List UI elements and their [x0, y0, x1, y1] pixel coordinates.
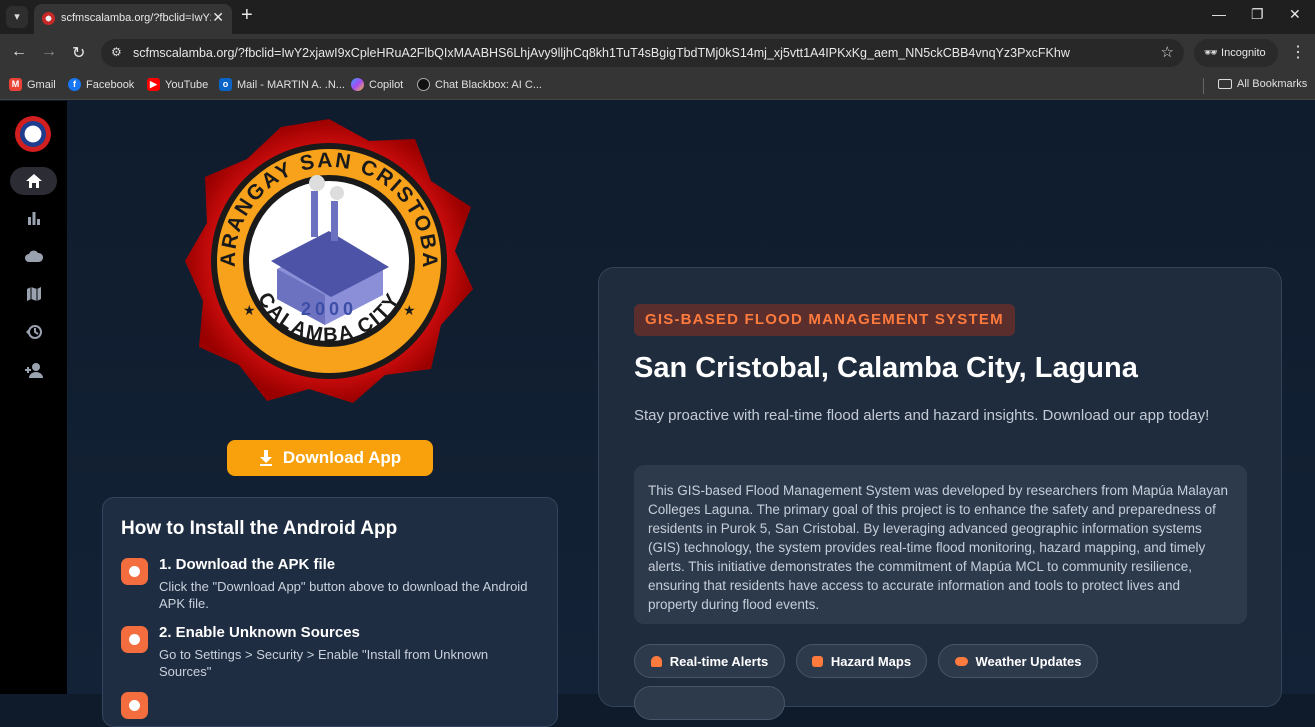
minimize-icon[interactable]: —	[1212, 6, 1226, 22]
browser-tab[interactable]: scfmscalamba.org/?fbclid=IwY2 ✕	[34, 4, 232, 34]
bookmark-label: Mail - MARTIN A. .N...	[237, 78, 345, 91]
system-tag: GIS-BASED FLOOD MANAGEMENT SYSTEM	[634, 304, 1015, 336]
map-icon	[26, 287, 41, 301]
logo-star-icon: ★	[403, 302, 416, 318]
site-info-icon[interactable]: ⚙	[111, 45, 122, 59]
feature-label: Real-time Alerts	[669, 653, 769, 669]
step-title: 1. Download the APK file	[159, 556, 336, 573]
feature-label: Weather Updates	[975, 653, 1082, 669]
barangay-logo: BARANGAY SAN CRISTOBAL CALAMBA CITY 2000…	[176, 101, 473, 403]
blackbox-icon	[417, 78, 430, 91]
tab-search-button[interactable]: ▾	[6, 6, 28, 28]
incognito-label: Incognito	[1221, 47, 1266, 59]
bookmark-blackbox[interactable]: Chat Blackbox: AI C...	[417, 78, 542, 91]
close-tab-icon[interactable]: ✕	[212, 9, 224, 26]
bookmark-label: Gmail	[27, 78, 56, 91]
logo-star-icon: ★	[243, 302, 256, 318]
sidebar-item-home[interactable]	[10, 167, 57, 195]
url-text[interactable]: scfmscalamba.org/?fbclid=IwY2xjawI9xCple…	[133, 46, 1070, 60]
hero-subtitle: Stay proactive with real-time flood aler…	[634, 407, 1210, 424]
step-description: Click the "Download App" button above to…	[159, 579, 528, 611]
check-badge-icon	[121, 692, 148, 719]
bookmarks-divider	[1203, 78, 1204, 94]
bookmark-star-icon[interactable]: ☆	[1161, 43, 1174, 61]
new-tab-button[interactable]: +	[241, 5, 253, 25]
map-icon	[811, 655, 823, 667]
bar-chart-icon	[27, 212, 40, 225]
bookmark-label: Copilot	[369, 78, 404, 91]
sidebar	[0, 101, 67, 694]
youtube-icon: ▶	[147, 78, 160, 91]
check-badge-icon	[121, 626, 148, 653]
hero-card: GIS-BASED FLOOD MANAGEMENT SYSTEM San Cr…	[598, 267, 1282, 720]
bookmark-copilot[interactable]: Copilot	[351, 78, 403, 91]
cloud-icon	[24, 250, 43, 262]
sidebar-item-map[interactable]	[10, 280, 57, 308]
bookmark-label: YouTube	[165, 78, 209, 91]
all-bookmarks-label: All Bookmarks	[1237, 78, 1308, 90]
all-bookmarks-button[interactable]: All Bookmarks	[1218, 78, 1307, 90]
alert-bell-icon	[650, 655, 662, 667]
feature-label: Hazard Maps	[830, 653, 912, 669]
bookmark-facebook[interactable]: f Facebook	[68, 78, 134, 91]
outlook-icon: o	[219, 78, 232, 91]
browser-toolbar: ← → ↻ ⚙ scfmscalamba.org/?fbclid=IwY2xja…	[0, 34, 1315, 72]
install-instructions-card: How to Install the Android App 1. Downlo…	[102, 497, 558, 727]
logo-year: 2000	[301, 299, 357, 319]
bookmark-gmail[interactable]: M Gmail	[9, 78, 56, 91]
bookmarks-bar: M Gmail f Facebook ▶ YouTube o Mail - MA…	[0, 72, 1315, 100]
reload-icon[interactable]: ↻	[72, 43, 85, 63]
browser-menu-icon[interactable]: ⋮	[1290, 42, 1306, 62]
sidebar-item-stats[interactable]	[10, 204, 57, 232]
feature-pill-weather[interactable]: Weather Updates	[938, 644, 1098, 678]
download-icon	[259, 450, 272, 466]
close-window-icon[interactable]: ✕	[1289, 6, 1301, 23]
home-icon	[25, 174, 42, 188]
bookmark-youtube[interactable]: ▶ YouTube	[147, 78, 208, 91]
feature-pill-alerts[interactable]: Real-time Alerts	[634, 644, 785, 678]
tab-title: scfmscalamba.org/?fbclid=IwY2	[61, 12, 211, 24]
about-description: This GIS-based Flood Management System w…	[634, 465, 1247, 624]
incognito-indicator[interactable]: 🕶 Incognito	[1194, 39, 1278, 67]
facebook-icon: f	[68, 78, 81, 91]
check-badge-icon	[121, 558, 148, 585]
sidebar-item-add-user[interactable]	[10, 356, 57, 384]
forward-icon[interactable]: →	[41, 43, 57, 61]
sidebar-item-weather[interactable]	[10, 242, 57, 270]
cloud-icon	[954, 656, 968, 666]
download-app-button[interactable]: Download App	[227, 440, 433, 476]
sidebar-item-history[interactable]	[10, 318, 57, 346]
download-app-label: Download App	[282, 448, 402, 467]
page-title: San Cristobal, Calamba City, Laguna	[634, 352, 1138, 384]
person-add-icon	[24, 363, 43, 378]
install-title: How to Install the Android App	[121, 518, 398, 539]
gmail-icon: M	[9, 78, 22, 91]
barangay-seal-icon[interactable]	[15, 116, 51, 152]
back-icon[interactable]: ←	[11, 43, 27, 61]
address-bar[interactable]: ⚙ scfmscalamba.org/?fbclid=IwY2xjawI9xCp…	[101, 39, 1184, 67]
folder-icon	[1218, 79, 1232, 89]
site-favicon-icon	[42, 12, 55, 25]
feature-pill-partial[interactable]	[634, 686, 785, 720]
bookmark-mail[interactable]: o Mail - MARTIN A. .N...	[219, 78, 345, 91]
feature-pill-maps[interactable]: Hazard Maps	[796, 644, 927, 678]
step-title: 2. Enable Unknown Sources	[159, 624, 360, 641]
copilot-icon	[351, 78, 364, 91]
page-content: BARANGAY SAN CRISTOBAL CALAMBA CITY 2000…	[0, 101, 1315, 727]
bookmark-label: Chat Blackbox: AI C...	[435, 78, 542, 91]
step-description: Go to Settings > Security > Enable "Inst…	[159, 647, 489, 679]
history-icon	[25, 325, 42, 339]
browser-tab-bar: ▾ scfmscalamba.org/?fbclid=IwY2 ✕ + — ❐ …	[0, 0, 1315, 34]
restore-icon[interactable]: ❐	[1251, 6, 1264, 23]
bookmark-label: Facebook	[86, 78, 135, 91]
